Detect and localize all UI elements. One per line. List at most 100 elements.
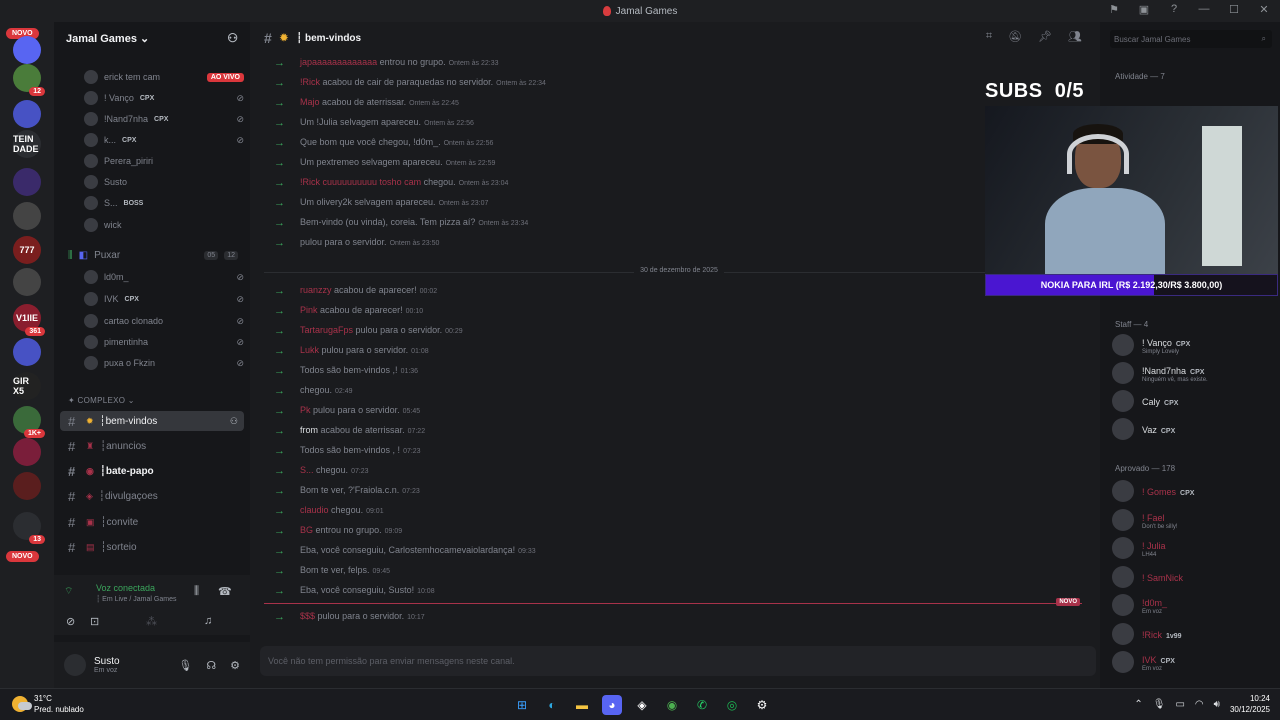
- invite-icon[interactable]: ⚇: [227, 31, 238, 45]
- avatar[interactable]: [64, 654, 86, 676]
- server-icon-13[interactable]: [13, 472, 41, 500]
- message-user[interactable]: !Rick: [300, 77, 320, 87]
- weather-widget[interactable]: 31°C Pred. nublado: [12, 693, 84, 715]
- server-icon-12[interactable]: [13, 438, 41, 466]
- voice-user[interactable]: k... CPX ⊘: [84, 133, 244, 147]
- threads-icon[interactable]: ⌗: [986, 30, 992, 43]
- help-icon[interactable]: ?: [1166, 3, 1182, 16]
- notifications-icon[interactable]: 🔕︎: [1008, 30, 1022, 43]
- soundboard-icon[interactable]: ♫: [204, 615, 212, 627]
- message-user[interactable]: ruanzzy: [300, 285, 332, 295]
- voice-user[interactable]: pimentinha ⊘: [84, 335, 244, 349]
- clock[interactable]: 10:24 30/12/2025: [1230, 693, 1270, 715]
- chevron-up-icon[interactable]: ⌃: [1134, 699, 1142, 710]
- message-user[interactable]: !Rick cuuuuuuuuuu tosho cam: [300, 177, 421, 187]
- guild-name[interactable]: Jamal Games ⌄: [66, 32, 149, 45]
- voice-user[interactable]: puxa o Fkzin ⊘: [84, 356, 244, 370]
- voice-connected-subtitle[interactable]: ┆ Em Live / Jamal Games: [96, 595, 176, 603]
- mic-tray-icon[interactable]: 🎙︎: [1153, 699, 1166, 710]
- message-user[interactable]: S...: [300, 465, 314, 475]
- message-user[interactable]: $$$: [300, 611, 315, 621]
- member-item[interactable]: ! Vanço CPX Simply Lovely: [1112, 334, 1272, 356]
- member-item[interactable]: !Rick 1v99: [1112, 622, 1272, 645]
- discord-icon[interactable]: ◕: [602, 695, 622, 715]
- voice-channel-puxar[interactable]: ⫼ ◧ Puxar 05 12: [60, 245, 244, 265]
- member-item[interactable]: Caly CPX: [1112, 390, 1272, 412]
- member-item[interactable]: !d0m_ Em voz: [1112, 594, 1272, 616]
- screen-icon[interactable]: ▣: [1136, 3, 1152, 16]
- inbox-icon[interactable]: ⚑: [1106, 3, 1122, 16]
- server-icon-11[interactable]: 1K+: [13, 406, 45, 438]
- server-icon-10[interactable]: GIR X5: [13, 372, 41, 400]
- message-user[interactable]: Lukk: [300, 345, 319, 355]
- username[interactable]: Susto: [94, 656, 120, 667]
- chat-input[interactable]: Você não tem permissão para enviar mensa…: [260, 646, 1096, 676]
- edge-icon[interactable]: ◐: [542, 695, 562, 715]
- voice-user[interactable]: Susto: [84, 175, 244, 189]
- settings-icon[interactable]: ⚙: [230, 659, 240, 672]
- message-user[interactable]: Pk: [300, 405, 311, 415]
- volume-icon[interactable]: 🔊︎: [1214, 699, 1220, 710]
- close-button[interactable]: ✕: [1256, 3, 1272, 16]
- message-user[interactable]: BG: [300, 525, 313, 535]
- wifi-icon[interactable]: ◠: [1195, 699, 1204, 710]
- channel-bate-papo[interactable]: # ◉ ┆ bate-papo: [60, 462, 244, 482]
- video-icon[interactable]: ⊘: [66, 615, 75, 628]
- voice-user[interactable]: !Nand7nha CPX ⊘: [84, 112, 244, 126]
- channel-convite[interactable]: # ▣ ┆ convite: [60, 512, 244, 532]
- server-icon-6[interactable]: 777: [13, 236, 41, 264]
- server-icon-2[interactable]: [13, 100, 41, 128]
- server-icon-14[interactable]: 13: [13, 512, 45, 544]
- server-icon-8[interactable]: V1IIE 361: [13, 304, 45, 336]
- chrome-icon[interactable]: ◉: [662, 695, 682, 715]
- voice-user[interactable]: S... BOSS: [84, 196, 244, 210]
- file-explorer-icon[interactable]: ▬: [572, 695, 592, 715]
- spotify-icon[interactable]: ◎: [722, 695, 742, 715]
- voice-user[interactable]: ! Vanço CPX ⊘: [84, 91, 244, 105]
- message-user[interactable]: japaaaaaaaaaaaaa: [300, 57, 377, 67]
- add-member-icon[interactable]: ⚇: [230, 416, 238, 427]
- members-icon[interactable]: 👥︎: [1068, 30, 1082, 43]
- message-user[interactable]: Majo: [300, 97, 320, 107]
- voice-user[interactable]: ld0m_ ⊘: [84, 270, 244, 284]
- steam-icon[interactable]: ◈: [632, 695, 652, 715]
- message-user[interactable]: from: [300, 425, 318, 435]
- member-item[interactable]: !Nand7nha CPX Ninguém vê, mas existe.: [1112, 362, 1272, 384]
- member-item[interactable]: Vaz CPX: [1112, 418, 1272, 440]
- maximize-button[interactable]: ☐: [1226, 3, 1242, 16]
- search-input[interactable]: Buscar Jamal Games ⌕: [1110, 30, 1272, 48]
- disconnect-icon[interactable]: ☎: [218, 585, 232, 598]
- member-item[interactable]: ! Fael Don't be silly!: [1112, 508, 1272, 531]
- voice-user[interactable]: wick: [84, 218, 244, 232]
- voice-user[interactable]: erick tem cam AO VIVO: [84, 70, 244, 84]
- voice-user[interactable]: cartao clonado ⊘: [84, 314, 244, 328]
- server-icon-9[interactable]: [13, 338, 41, 366]
- pin-icon[interactable]: 📌︎: [1038, 30, 1052, 43]
- whatsapp-icon[interactable]: ✆: [692, 695, 712, 715]
- settings-app-icon[interactable]: ⚙: [752, 695, 772, 715]
- member-item[interactable]: ! Gomes CPX: [1112, 480, 1272, 502]
- voice-user[interactable]: IVK CPX ⊘: [84, 292, 244, 306]
- channel-sorteio[interactable]: # ▤ ┆ sorteio: [60, 538, 244, 558]
- server-icon-5[interactable]: [13, 202, 41, 230]
- member-item[interactable]: IVK CPX Em voz: [1112, 651, 1272, 673]
- activities-icon[interactable]: ⁂: [146, 615, 157, 628]
- headphones-icon[interactable]: ☊: [206, 659, 216, 672]
- noise-suppression-icon[interactable]: ⫼: [194, 585, 199, 598]
- member-item[interactable]: ! Julia LH44: [1112, 537, 1272, 559]
- server-icon-3[interactable]: TEIN DADE: [13, 130, 41, 158]
- server-icon-4[interactable]: [13, 168, 41, 196]
- guild-header[interactable]: Jamal Games ⌄ ⚇: [54, 22, 250, 54]
- voice-user[interactable]: Perera_piriri: [84, 154, 244, 168]
- search-icon[interactable]: ⌕: [1262, 34, 1266, 44]
- category-complexo[interactable]: ✦ COMPLEXO ⌄: [68, 396, 135, 405]
- message-user[interactable]: Pink: [300, 305, 318, 315]
- member-item[interactable]: ! SamNick: [1112, 565, 1272, 588]
- windows-start-icon[interactable]: ⊞: [512, 695, 532, 715]
- server-icon-0[interactable]: [13, 36, 41, 64]
- channel-divulgaçoes[interactable]: # ◈ ┆ divulgaçoes: [60, 487, 244, 507]
- category-label[interactable]: ✦ COMPLEXO ⌄: [68, 396, 135, 405]
- message-user[interactable]: claudio: [300, 505, 329, 515]
- microphone-icon[interactable]: 🎙︎: [178, 659, 192, 672]
- server-icon-7[interactable]: [13, 268, 41, 296]
